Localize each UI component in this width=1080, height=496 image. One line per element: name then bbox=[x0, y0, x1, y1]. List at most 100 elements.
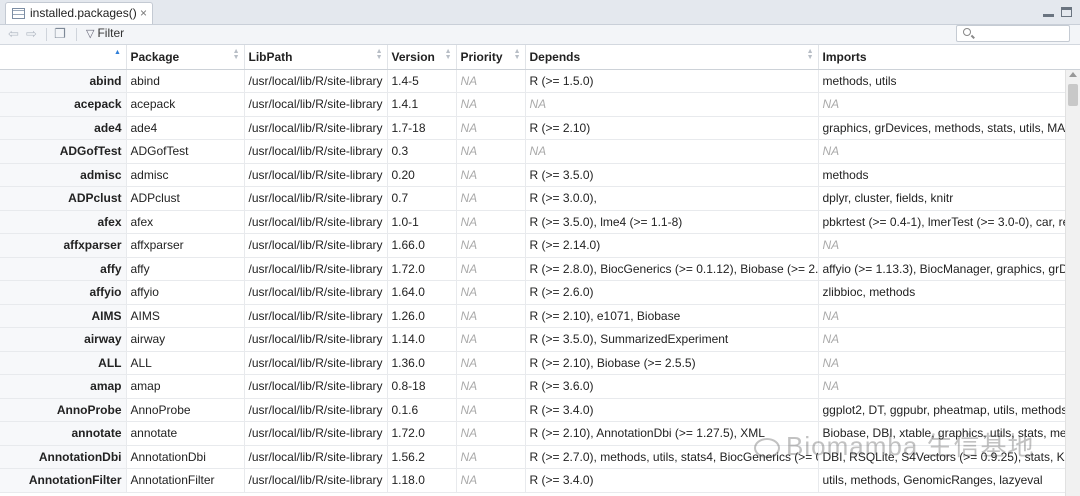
cell-depends: NA bbox=[525, 92, 819, 117]
cell-priority: NA bbox=[456, 163, 526, 187]
cell-depends: R (>= 2.10), Biobase (>= 2.5.5) bbox=[525, 351, 819, 375]
tab-installed-packages[interactable]: installed.packages() × bbox=[5, 2, 153, 24]
scrollbar-thumb[interactable] bbox=[1068, 84, 1078, 106]
cell-libpath: /usr/local/lib/R/site-library bbox=[244, 445, 388, 469]
column-header-package[interactable]: Package ▲ ▼ bbox=[126, 45, 245, 70]
popout-icon[interactable]: ❐ bbox=[54, 26, 66, 42]
cell-imports: methods bbox=[818, 163, 1065, 187]
cell-package: ade4 bbox=[126, 116, 245, 140]
cell-priority: NA bbox=[456, 257, 526, 281]
cell-libpath: /usr/local/lib/R/site-library bbox=[244, 69, 388, 93]
row-name-cell: AIMS bbox=[0, 304, 127, 328]
cell-imports: graphics, grDevices, methods, stats, uti… bbox=[818, 116, 1065, 140]
row-name-cell: ADPclust bbox=[0, 186, 127, 211]
cell-package: amap bbox=[126, 374, 245, 399]
cell-priority: NA bbox=[456, 468, 526, 493]
cell-libpath: /usr/local/lib/R/site-library bbox=[244, 421, 388, 446]
row-name-cell: amap bbox=[0, 374, 127, 399]
close-icon[interactable]: × bbox=[140, 6, 147, 20]
column-header-version[interactable]: Version ▲ ▼ bbox=[387, 45, 457, 70]
forward-arrow-icon[interactable]: ⇨ bbox=[26, 26, 37, 42]
cell-version: 0.20 bbox=[387, 163, 457, 187]
search-input[interactable] bbox=[977, 27, 1065, 40]
cell-imports: zlibbioc, methods bbox=[818, 280, 1065, 305]
row-name-cell: afex bbox=[0, 210, 127, 234]
cell-depends: R (>= 1.5.0) bbox=[525, 69, 819, 93]
table-row: ADGofTest ADGofTest/usr/local/lib/R/site-… bbox=[0, 139, 1065, 164]
cell-libpath: /usr/local/lib/R/site-library bbox=[244, 116, 388, 140]
cell-priority: NA bbox=[456, 398, 526, 422]
cell-depends: R (>= 3.0.0), bbox=[525, 186, 819, 211]
cell-libpath: /usr/local/lib/R/site-library bbox=[244, 257, 388, 281]
cell-priority: NA bbox=[456, 139, 526, 164]
table-row: AnnotationFilter AnnotationFilter/usr/loc… bbox=[0, 468, 1065, 493]
minimize-icon[interactable] bbox=[1042, 7, 1054, 17]
column-header-priority[interactable]: Priority ▲ ▼ bbox=[456, 45, 526, 70]
cell-libpath: /usr/local/lib/R/site-library bbox=[244, 374, 388, 399]
cell-imports: NA bbox=[818, 92, 1065, 117]
cell-version: 0.7 bbox=[387, 186, 457, 211]
cell-priority: NA bbox=[456, 186, 526, 211]
cell-version: 1.26.0 bbox=[387, 304, 457, 328]
cell-imports: pbkrtest (>= 0.4-1), lmerTest (>= 3.0-0)… bbox=[818, 210, 1065, 234]
back-arrow-icon[interactable]: ⇦ bbox=[8, 26, 19, 42]
scroll-up-icon[interactable] bbox=[1069, 72, 1077, 77]
watermark-text: Biomamba 生信基地 bbox=[786, 431, 1035, 461]
row-name-cell: acepack bbox=[0, 92, 127, 117]
cell-package: ADPclust bbox=[126, 186, 245, 211]
scrollbar-corner bbox=[1065, 45, 1080, 70]
cell-depends: R (>= 3.4.0) bbox=[525, 468, 819, 493]
row-name-cell: affxparser bbox=[0, 233, 127, 258]
cell-imports: ggplot2, DT, ggpubr, pheatmap, utils, me… bbox=[818, 398, 1065, 422]
cell-priority: NA bbox=[456, 69, 526, 93]
cell-imports: NA bbox=[818, 351, 1065, 375]
cell-version: 1.18.0 bbox=[387, 468, 457, 493]
sort-icon: ▲ ▼ bbox=[513, 48, 521, 61]
column-header-libpath[interactable]: LibPath ▲ ▼ bbox=[244, 45, 388, 70]
toolbar-divider bbox=[76, 28, 77, 41]
table-row: amap amap/usr/local/lib/R/site-library 0.8… bbox=[0, 374, 1065, 399]
cell-version: 1.4.1 bbox=[387, 92, 457, 117]
column-header-rownames[interactable]: ▲ bbox=[0, 45, 127, 70]
tab-title: installed.packages() bbox=[30, 6, 137, 20]
cell-package: affy bbox=[126, 257, 245, 281]
table-row: acepack acepack/usr/local/lib/R/site-libr… bbox=[0, 92, 1065, 117]
row-name-cell: ADGofTest bbox=[0, 139, 127, 164]
sort-ascending-icon: ▲ bbox=[114, 49, 121, 56]
cell-version: 0.3 bbox=[387, 139, 457, 164]
vertical-scrollbar[interactable] bbox=[1065, 70, 1080, 496]
cell-priority: NA bbox=[456, 374, 526, 399]
table-row: AnnoProbe AnnoProbe/usr/local/lib/R/site-… bbox=[0, 398, 1065, 422]
cell-version: 1.64.0 bbox=[387, 280, 457, 305]
table-row: airway airway/usr/local/lib/R/site-librar… bbox=[0, 327, 1065, 352]
cell-priority: NA bbox=[456, 351, 526, 375]
cell-priority: NA bbox=[456, 280, 526, 305]
row-name-cell: AnnotationFilter bbox=[0, 468, 127, 493]
search-icon bbox=[963, 28, 971, 36]
row-name-cell: AnnotationDbi bbox=[0, 445, 127, 469]
filter-button[interactable]: ▽ Filter bbox=[86, 26, 124, 40]
window-controls bbox=[1039, 7, 1072, 21]
cell-libpath: /usr/local/lib/R/site-library bbox=[244, 163, 388, 187]
cell-package: afex bbox=[126, 210, 245, 234]
column-header-depends[interactable]: Depends ▲ ▼ bbox=[525, 45, 819, 70]
cell-package: acepack bbox=[126, 92, 245, 117]
column-header-imports[interactable]: Imports▲▼ bbox=[818, 45, 1065, 70]
filter-icon: ▽ bbox=[86, 28, 95, 40]
column-header-label: LibPath bbox=[248, 49, 293, 64]
toolbar-divider bbox=[46, 28, 47, 41]
search-box[interactable] bbox=[956, 25, 1070, 42]
cell-libpath: /usr/local/lib/R/site-library bbox=[244, 186, 388, 211]
cell-libpath: /usr/local/lib/R/site-library bbox=[244, 92, 388, 117]
cell-imports: NA bbox=[818, 374, 1065, 399]
cell-package: ADGofTest bbox=[126, 139, 245, 164]
column-header-label: Version bbox=[391, 49, 435, 64]
toolbar: ⇦ ⇨ ❐ ▽ Filter bbox=[0, 25, 1080, 45]
maximize-icon[interactable] bbox=[1061, 7, 1072, 17]
cell-libpath: /usr/local/lib/R/site-library bbox=[244, 468, 388, 493]
cell-depends: R (>= 2.10), e1071, Biobase bbox=[525, 304, 819, 328]
cell-depends: R (>= 3.4.0) bbox=[525, 398, 819, 422]
column-header-label: Package bbox=[130, 49, 180, 64]
cell-depends: R (>= 2.14.0) bbox=[525, 233, 819, 258]
cell-version: 1.4-5 bbox=[387, 69, 457, 93]
